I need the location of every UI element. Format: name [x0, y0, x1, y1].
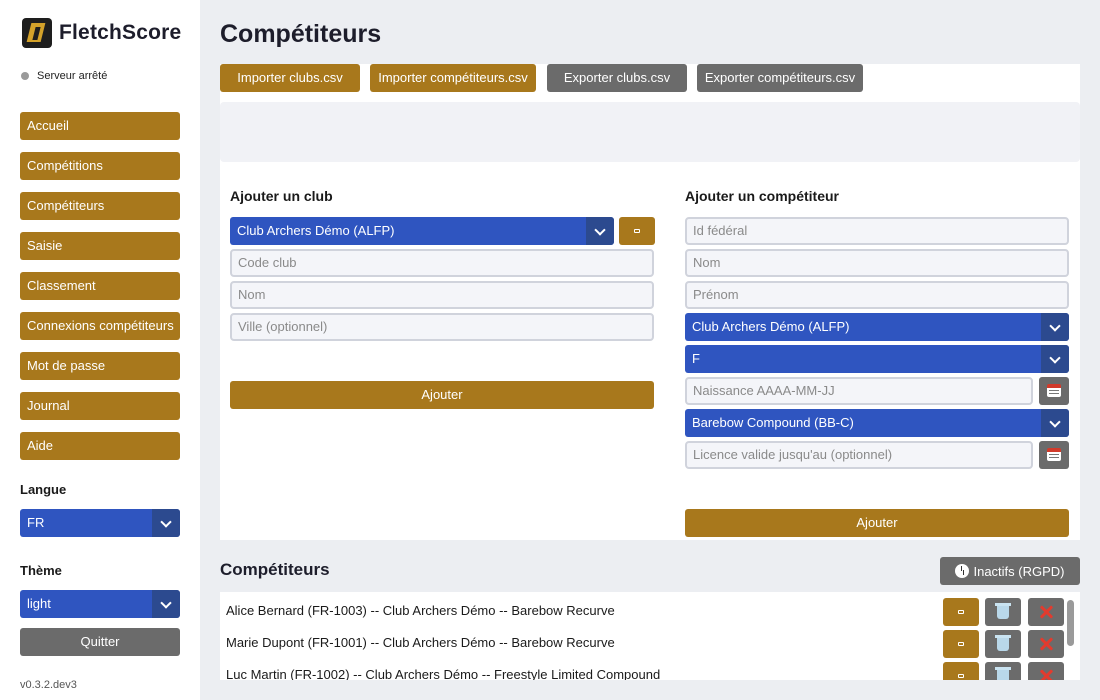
chevron-down-icon	[152, 590, 180, 618]
gender-value: F	[692, 351, 700, 366]
close-icon	[1038, 636, 1054, 652]
category-select[interactable]: Barebow Compound (BB-C)	[685, 409, 1069, 437]
add-club-panel: Ajouter un club Club Archers Démo (ALFP)…	[220, 162, 675, 540]
edit-competitor-button[interactable]	[943, 630, 979, 658]
status-dot-icon	[21, 72, 29, 80]
birth-date-input[interactable]: Naissance AAAA-MM-JJ	[685, 377, 1033, 405]
category-value: Barebow Compound (BB-C)	[692, 415, 854, 430]
sidebar: FletchScore Serveur arrêté Accueil Compé…	[0, 0, 200, 700]
license-date-picker-button[interactable]	[1039, 441, 1069, 469]
import-drop-area[interactable]	[220, 102, 1080, 162]
inactive-gdpr-button[interactable]: Inactifs (RGPD)	[940, 557, 1080, 585]
competitor-last-name-input[interactable]: Nom	[685, 249, 1069, 277]
remove-competitor-button[interactable]	[1028, 662, 1064, 680]
brand: FletchScore	[22, 18, 181, 48]
edit-club-button[interactable]	[619, 217, 655, 245]
club-name-input[interactable]: Nom	[230, 281, 654, 309]
inactive-gdpr-label: Inactifs (RGPD)	[973, 563, 1065, 579]
trash-icon	[995, 635, 1011, 651]
delete-competitor-button[interactable]	[985, 662, 1021, 680]
remove-competitor-button[interactable]	[1028, 630, 1064, 658]
edit-competitor-button[interactable]	[943, 598, 979, 626]
list-scrollbar[interactable]	[1067, 600, 1074, 646]
table-row: Alice Bernard (FR-1003) -- Club Archers …	[220, 592, 1080, 626]
page-title: Compétiteurs	[220, 20, 382, 48]
pencil-icon	[958, 610, 964, 614]
remove-competitor-button[interactable]	[1028, 598, 1064, 626]
language-select[interactable]: FR	[20, 509, 180, 537]
add-competitor-panel: Ajouter un compétiteur Id fédéral Nom Pr…	[675, 162, 1080, 540]
trash-icon	[995, 667, 1011, 680]
competitor-row-text: Alice Bernard (FR-1003) -- Club Archers …	[226, 603, 615, 618]
competitor-row-text: Luc Martin (FR-1002) -- Club Archers Dém…	[226, 667, 661, 680]
add-club-button[interactable]: Ajouter	[230, 381, 654, 409]
app-name: FletchScore	[59, 21, 182, 44]
sidebar-item-connexions[interactable]: Connexions compétiteurs	[20, 312, 180, 340]
trash-icon	[995, 603, 1011, 619]
calendar-icon	[1047, 448, 1061, 461]
sidebar-item-mot-de-passe[interactable]: Mot de passe	[20, 352, 180, 380]
chevron-down-icon	[1041, 409, 1069, 437]
logo-icon	[22, 18, 52, 48]
sidebar-item-competiteurs[interactable]: Compétiteurs	[20, 192, 180, 220]
sidebar-item-classement[interactable]: Classement	[20, 272, 180, 300]
federal-id-input[interactable]: Id fédéral	[685, 217, 1069, 245]
delete-competitor-button[interactable]	[985, 630, 1021, 658]
add-club-title: Ajouter un club	[230, 188, 333, 204]
table-row: Luc Martin (FR-1002) -- Club Archers Dém…	[220, 656, 1080, 680]
club-select[interactable]: Club Archers Démo (ALFP)	[230, 217, 614, 245]
server-status-label: Serveur arrêté	[37, 70, 108, 82]
sidebar-item-aide[interactable]: Aide	[20, 432, 180, 460]
theme-value: light	[27, 596, 51, 611]
language-label: Langue	[20, 482, 67, 497]
club-select-value: Club Archers Démo (ALFP)	[237, 223, 395, 238]
quit-button[interactable]: Quitter	[20, 628, 180, 656]
competitor-club-select[interactable]: Club Archers Démo (ALFP)	[685, 313, 1069, 341]
competitors-list-title: Compétiteurs	[220, 560, 330, 579]
club-code-input[interactable]: Code club	[230, 249, 654, 277]
competitors-list: Alice Bernard (FR-1003) -- Club Archers …	[220, 592, 1080, 680]
competitor-first-name-input[interactable]: Prénom	[685, 281, 1069, 309]
clock-icon	[955, 564, 970, 578]
pencil-icon	[634, 229, 640, 233]
export-clubs-button[interactable]: Exporter clubs.csv	[547, 64, 687, 92]
chevron-down-icon	[586, 217, 614, 245]
import-clubs-button[interactable]: Importer clubs.csv	[220, 64, 360, 92]
chevron-down-icon	[1041, 313, 1069, 341]
theme-select[interactable]: light	[20, 590, 180, 618]
license-date-input[interactable]: Licence valide jusqu'au (optionnel)	[685, 441, 1033, 469]
chevron-down-icon	[152, 509, 180, 537]
sidebar-item-accueil[interactable]: Accueil	[20, 112, 180, 140]
gender-select[interactable]: F	[685, 345, 1069, 373]
toolbar: Importer clubs.csv Importer compétiteurs…	[220, 64, 1080, 162]
table-row: Marie Dupont (FR-1001) -- Club Archers D…	[220, 624, 1080, 658]
sidebar-item-journal[interactable]: Journal	[20, 392, 180, 420]
close-icon	[1038, 604, 1054, 620]
add-competitor-title: Ajouter un compétiteur	[685, 188, 840, 204]
chevron-down-icon	[1041, 345, 1069, 373]
language-value: FR	[27, 515, 45, 530]
delete-competitor-button[interactable]	[985, 598, 1021, 626]
pencil-icon	[958, 642, 964, 646]
sidebar-item-competitions[interactable]: Compétitions	[20, 152, 180, 180]
sidebar-item-saisie[interactable]: Saisie	[20, 232, 180, 260]
server-status: Serveur arrêté	[21, 70, 107, 82]
competitor-club-value: Club Archers Démo (ALFP)	[692, 319, 850, 334]
edit-competitor-button[interactable]	[943, 662, 979, 680]
import-competitors-button[interactable]: Importer compétiteurs.csv	[370, 64, 536, 92]
pencil-icon	[958, 674, 964, 678]
club-city-input[interactable]: Ville (optionnel)	[230, 313, 654, 341]
birth-date-picker-button[interactable]	[1039, 377, 1069, 405]
competitor-row-text: Marie Dupont (FR-1001) -- Club Archers D…	[226, 635, 615, 650]
theme-label: Thème	[20, 563, 62, 578]
close-icon	[1038, 668, 1054, 680]
add-competitor-button[interactable]: Ajouter	[685, 509, 1069, 537]
export-competitors-button[interactable]: Exporter compétiteurs.csv	[697, 64, 863, 92]
main-content: Compétiteurs Importer clubs.csv Importer…	[200, 0, 1100, 700]
calendar-icon	[1047, 384, 1061, 397]
sidebar-nav: Accueil Compétitions Compétiteurs Saisie…	[20, 112, 180, 472]
app-version: v0.3.2.dev3	[20, 679, 77, 691]
